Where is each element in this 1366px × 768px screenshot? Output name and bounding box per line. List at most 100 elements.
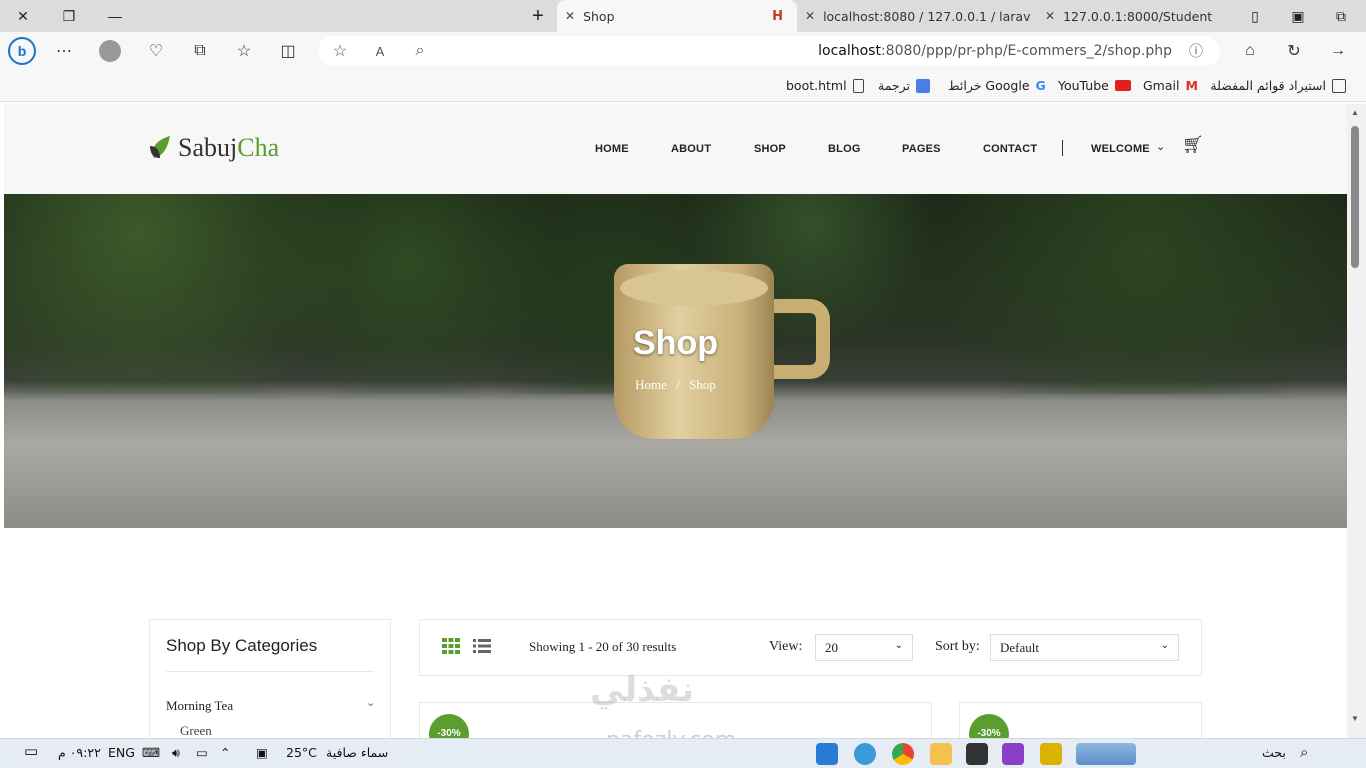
- site-logo[interactable]: Sabuj Cha: [148, 132, 279, 164]
- watermark-arabic: نفذلي: [590, 670, 695, 710]
- tab-label: Shop: [583, 8, 615, 24]
- scroll-up-icon[interactable]: ▲: [1351, 108, 1359, 117]
- restore-window-button[interactable]: ❐: [46, 0, 92, 32]
- cart-icon[interactable]: 🛒︎: [1182, 135, 1204, 155]
- close-tab-icon[interactable]: ✕: [1045, 9, 1055, 23]
- import-favorites-link[interactable]: استيراد قوائم المفضلة: [1210, 78, 1346, 93]
- weather-temp[interactable]: 25°C: [286, 745, 317, 760]
- weather-icon[interactable]: ▣: [256, 745, 268, 760]
- taskbar-search[interactable]: بحث: [1262, 745, 1286, 760]
- category-morning-tea[interactable]: Morning Tea: [166, 698, 233, 714]
- subcategory-green[interactable]: Green: [180, 723, 212, 738]
- sidebar-divider: [166, 671, 374, 672]
- breadcrumb-home[interactable]: Home: [635, 377, 667, 392]
- clock[interactable]: ٠٩:٢٢ م: [58, 745, 101, 760]
- h-favicon-icon: H: [772, 8, 783, 24]
- volume-icon[interactable]: 🔊︎: [172, 745, 180, 761]
- chevron-up-icon[interactable]: ⌃: [220, 745, 230, 760]
- read-aloud-icon[interactable]: A: [366, 37, 394, 65]
- file-explorer-icon[interactable]: [930, 743, 952, 765]
- collections-icon[interactable]: ⧉: [186, 37, 214, 65]
- chrome-icon[interactable]: [892, 743, 914, 765]
- workspaces-icon[interactable]: ⧉: [1318, 0, 1364, 32]
- address-toolbar: b ⋯ ♡ ⧉ ☆ ◫ ☆ A ⌕ localhost:8080/ppp/pr-…: [0, 32, 1366, 70]
- nav-welcome[interactable]: WELCOME: [1091, 143, 1150, 155]
- grid-view-icon[interactable]: [442, 638, 460, 654]
- minimize-window-button[interactable]: —: [92, 0, 138, 32]
- logo-text-1: Sabuj: [178, 133, 238, 162]
- vscode-icon[interactable]: [816, 743, 838, 765]
- page-scrollbar[interactable]: ▲ ▼: [1347, 104, 1366, 738]
- tab-shop[interactable]: ✕ Shop H: [557, 0, 797, 32]
- nav-shop[interactable]: SHOP: [754, 143, 786, 155]
- home-icon[interactable]: ⌂: [1236, 37, 1264, 65]
- page-content: Sabuj Cha HOME ABOUT SHOP BLOG PAGES CONT…: [4, 104, 1347, 738]
- translate-link[interactable]: ترجمة: [878, 78, 931, 93]
- battery-icon[interactable]: ▭: [196, 745, 208, 760]
- tab-student[interactable]: ✕ 127.0.0.1:8000/Student: [1037, 0, 1247, 32]
- logo-text-2: Cha: [237, 133, 280, 162]
- zoom-icon[interactable]: ⌕: [406, 37, 434, 65]
- youtube-link[interactable]: YouTube: [1058, 78, 1131, 93]
- nav-home[interactable]: HOME: [595, 143, 629, 155]
- search-icon[interactable]: ⌕: [1300, 743, 1308, 761]
- google-icon: G: [1035, 78, 1046, 93]
- sort-label: Sort by:: [935, 639, 980, 654]
- gmail-icon: M: [1185, 78, 1198, 93]
- keyboard-icon[interactable]: ⌨: [142, 745, 160, 760]
- tab-actions-icon[interactable]: ▣: [1275, 0, 1321, 32]
- favorites-bar: استيراد قوائم المفضلة Gmail M YouTube خرا…: [0, 70, 1366, 102]
- tab-phpmyadmin[interactable]: ✕ localhost:8080 / 127.0.0.1 / larav: [797, 0, 1037, 32]
- terminal-icon[interactable]: [966, 743, 988, 765]
- site-info-icon[interactable]: ⓘ: [1182, 37, 1210, 65]
- scrollbar-thumb[interactable]: [1351, 126, 1359, 268]
- notifications-icon[interactable]: ▭: [24, 742, 38, 760]
- new-tab-button[interactable]: +: [515, 0, 561, 32]
- refresh-icon[interactable]: ↻: [1280, 37, 1308, 65]
- list-view-icon[interactable]: [473, 638, 491, 654]
- nav-blog[interactable]: BLOG: [828, 143, 861, 155]
- breadcrumb: Home / Shop: [4, 377, 1347, 393]
- sort-select[interactable]: Default ⌄: [990, 634, 1179, 661]
- view-select[interactable]: 20 ⌄: [815, 634, 913, 661]
- chevron-down-icon[interactable]: ⌄: [366, 696, 375, 709]
- weather-text[interactable]: سماء صافية: [326, 745, 388, 760]
- page-icon[interactable]: ▯: [1232, 0, 1278, 32]
- google-maps-link[interactable]: خرائط Google G: [948, 78, 1046, 93]
- scroll-down-icon[interactable]: ▼: [1351, 714, 1359, 723]
- language-indicator[interactable]: ENG: [108, 745, 135, 760]
- bing-icon[interactable]: b: [8, 37, 36, 65]
- widget-icon[interactable]: [1076, 743, 1136, 765]
- nav-contact[interactable]: CONTACT: [983, 143, 1037, 155]
- gmail-link[interactable]: Gmail M: [1143, 78, 1198, 93]
- youtube-icon: [1114, 80, 1131, 91]
- close-tab-icon[interactable]: ✕: [565, 9, 575, 23]
- site-header: Sabuj Cha HOME ABOUT SHOP BLOG PAGES CONT…: [4, 104, 1347, 194]
- chevron-down-icon: ⌄: [894, 640, 903, 651]
- app-icon[interactable]: [1040, 743, 1062, 765]
- visual-studio-icon[interactable]: [1002, 743, 1024, 765]
- chevron-down-icon[interactable]: ⌄: [1156, 140, 1165, 153]
- nav-pages[interactable]: PAGES: [902, 143, 941, 155]
- chevron-down-icon: ⌄: [1160, 640, 1169, 651]
- breadcrumb-separator: /: [676, 377, 680, 392]
- close-tab-icon[interactable]: ✕: [805, 9, 815, 23]
- url-text[interactable]: localhost:8080/ppp/pr-php/E-commers_2/sh…: [818, 43, 1172, 59]
- tea-leaf-icon: [148, 132, 176, 164]
- performance-icon[interactable]: ♡: [142, 37, 170, 65]
- view-label: View:: [769, 639, 803, 654]
- profile-icon[interactable]: [96, 37, 124, 65]
- favorites-star-icon[interactable]: ☆: [230, 37, 258, 65]
- translate-icon: [916, 78, 931, 93]
- nav-about[interactable]: ABOUT: [671, 143, 711, 155]
- boot-html-link[interactable]: boot.html: [786, 78, 864, 93]
- address-bar[interactable]: ☆ A ⌕ localhost:8080/ppp/pr-php/E-commer…: [318, 36, 1220, 66]
- more-options-icon[interactable]: ⋯: [50, 37, 78, 65]
- add-favorite-icon[interactable]: ☆: [326, 37, 354, 65]
- windows-taskbar: ▭ ٠٩:٢٢ م ENG ⌨ 🔊︎ ▭ ⌃ ▣ 25°C سماء صافية…: [0, 738, 1366, 768]
- edge-icon[interactable]: [854, 743, 876, 765]
- forward-icon[interactable]: →: [1324, 37, 1352, 65]
- breadcrumb-current: Shop: [689, 377, 716, 392]
- split-screen-icon[interactable]: ◫: [274, 37, 302, 65]
- close-window-button[interactable]: ✕: [0, 0, 46, 32]
